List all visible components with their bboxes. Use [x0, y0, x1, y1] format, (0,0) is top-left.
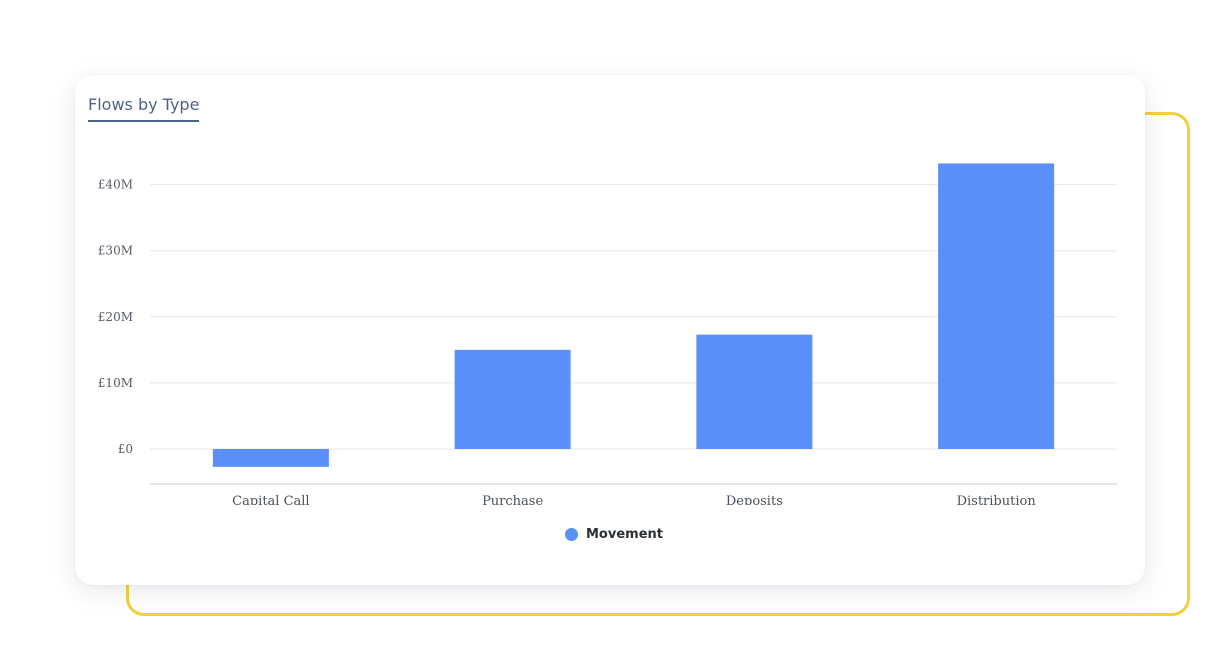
bar-capital-call[interactable]: [212, 449, 329, 467]
legend-dot-movement: [565, 528, 578, 541]
y-tick-label: £0: [118, 442, 133, 456]
y-axis-ticks: £0 £10M £20M £30M £40M: [98, 178, 133, 456]
chart-card: Flows by Type £0 £10M £20M £30M £40M Capital…: [75, 75, 1145, 585]
y-tick-label: £40M: [98, 178, 133, 192]
x-tick-label: Capital Call: [232, 494, 309, 505]
bar-chart: £0 £10M £20M £30M £40M Capital Call Purchase D…: [98, 163, 1117, 505]
y-tick-label: £20M: [98, 310, 133, 324]
bar-deposits[interactable]: [696, 334, 813, 449]
x-tick-label: Purchase: [482, 494, 543, 505]
x-tick-label: Deposits: [726, 494, 783, 505]
legend[interactable]: Movement: [565, 527, 663, 542]
y-tick-label: £30M: [98, 244, 133, 258]
bars: [212, 163, 1055, 467]
bar-distribution[interactable]: [938, 163, 1055, 449]
x-axis-ticks: Capital Call Purchase Deposits Distribution: [232, 494, 1036, 505]
y-tick-label: £10M: [98, 376, 133, 390]
bar-purchase[interactable]: [454, 349, 571, 449]
x-tick-label: Distribution: [957, 494, 1037, 505]
legend-label-movement: Movement: [586, 527, 663, 542]
